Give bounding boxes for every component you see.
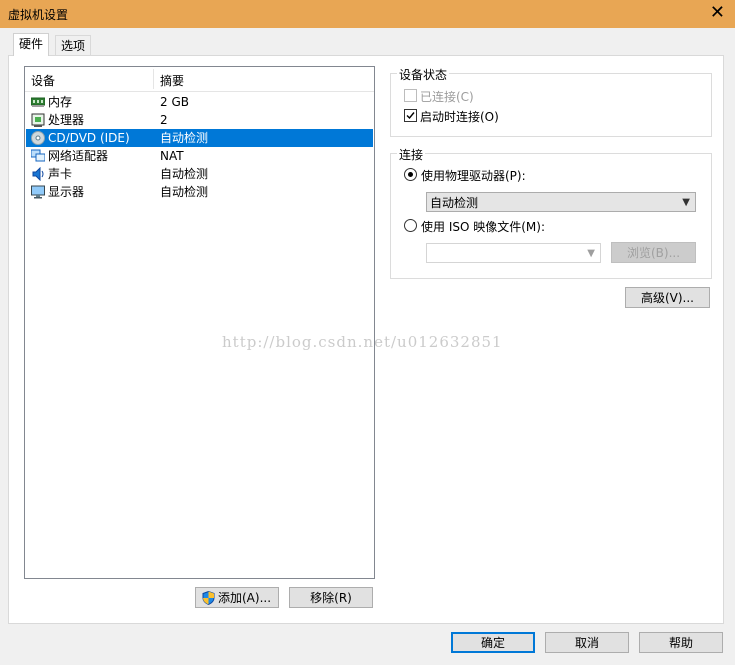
browse-button[interactable]: 浏览(B)...: [611, 242, 696, 263]
tab-options-label: 选项: [61, 39, 86, 53]
device-summary: 2 GB: [160, 95, 189, 109]
ok-label: 确定: [480, 636, 505, 650]
physical-drive-value: 自动检测: [430, 196, 479, 210]
cd-dvd-icon: [31, 131, 45, 145]
display-icon: [31, 185, 45, 199]
device-row-display[interactable]: 显示器 自动检测: [26, 183, 373, 201]
use-physical-drive-label: 使用物理驱动器(P):: [421, 169, 526, 183]
advanced-label: 高级(V)...: [640, 291, 695, 305]
network-adapter-icon: [31, 149, 45, 162]
device-summary: 自动检测: [160, 185, 209, 199]
use-physical-drive-radio[interactable]: [404, 168, 417, 181]
device-name: CD/DVD (IDE): [48, 131, 130, 145]
cancel-button[interactable]: 取消: [545, 632, 629, 653]
add-device-button[interactable]: 添加(A)...: [195, 587, 279, 608]
remove-device-label: 移除(R): [310, 591, 352, 605]
device-row-memory[interactable]: 内存 2 GB: [26, 93, 373, 111]
window-title: 虚拟机设置: [8, 8, 69, 22]
iso-path-combobox[interactable]: ▼: [426, 243, 601, 263]
tab-options[interactable]: 选项: [55, 35, 92, 56]
list-header: 设备 摘要: [25, 67, 374, 92]
column-header-summary[interactable]: 摘要: [160, 72, 184, 89]
device-name: 声卡: [48, 167, 73, 181]
processor-icon: [31, 113, 45, 127]
device-name: 内存: [48, 95, 73, 109]
title-bar: 虚拟机设置 ✕: [0, 0, 735, 28]
browse-label: 浏览(B)...: [626, 246, 681, 260]
device-name: 显示器: [48, 185, 85, 199]
add-device-label: 添加(A)...: [218, 591, 272, 605]
watermark-text: http://blog.csdn.net/u012632851: [222, 333, 503, 351]
tab-hardware-label: 硬件: [19, 37, 44, 51]
device-list[interactable]: 设备 摘要 内存 2 GB 处理器 2 CD/DVD (IDE) 自动检测 网络…: [24, 66, 375, 579]
column-header-device[interactable]: 设备: [31, 72, 55, 89]
device-summary: 自动检测: [160, 131, 209, 145]
device-summary: NAT: [160, 149, 184, 163]
sound-card-icon: [32, 167, 44, 181]
chevron-down-icon: ▼: [682, 197, 690, 208]
device-name: 处理器: [48, 113, 85, 127]
connect-at-power-on-checkbox[interactable]: [404, 109, 417, 122]
ok-button[interactable]: 确定: [451, 632, 535, 653]
device-status-label: 设备状态: [397, 66, 450, 83]
device-summary: 2: [160, 113, 168, 127]
tab-hardware[interactable]: 硬件: [13, 33, 50, 56]
device-summary: 自动检测: [160, 167, 209, 181]
advanced-button[interactable]: 高级(V)...: [625, 287, 710, 308]
device-row-processor[interactable]: 处理器 2: [26, 111, 373, 129]
device-name: 网络适配器: [48, 149, 109, 163]
device-row-cd-dvd[interactable]: CD/DVD (IDE) 自动检测: [26, 129, 373, 147]
remove-device-button[interactable]: 移除(R): [289, 587, 373, 608]
uac-shield-icon: [202, 591, 215, 605]
connected-label: 已连接(C): [420, 90, 474, 104]
checkmark-icon: [406, 112, 415, 120]
cancel-label: 取消: [574, 636, 599, 650]
radio-selected-dot: [408, 172, 413, 177]
connected-checkbox[interactable]: [404, 89, 417, 102]
column-separator[interactable]: [153, 69, 154, 89]
close-icon[interactable]: ✕: [710, 3, 725, 23]
connect-at-power-on-label: 启动时连接(O): [420, 110, 499, 124]
device-row-sound-card[interactable]: 声卡 自动检测: [26, 165, 373, 183]
physical-drive-select[interactable]: 自动检测 ▼: [426, 192, 696, 212]
help-button[interactable]: 帮助: [639, 632, 723, 653]
help-label: 帮助: [668, 636, 693, 650]
use-iso-image-radio[interactable]: [404, 219, 417, 232]
device-row-network-adapter[interactable]: 网络适配器 NAT: [26, 147, 373, 165]
use-iso-image-label: 使用 ISO 映像文件(M):: [421, 220, 545, 234]
connection-label: 连接: [397, 146, 426, 163]
memory-icon: [31, 97, 45, 107]
chevron-down-icon: ▼: [587, 248, 595, 259]
